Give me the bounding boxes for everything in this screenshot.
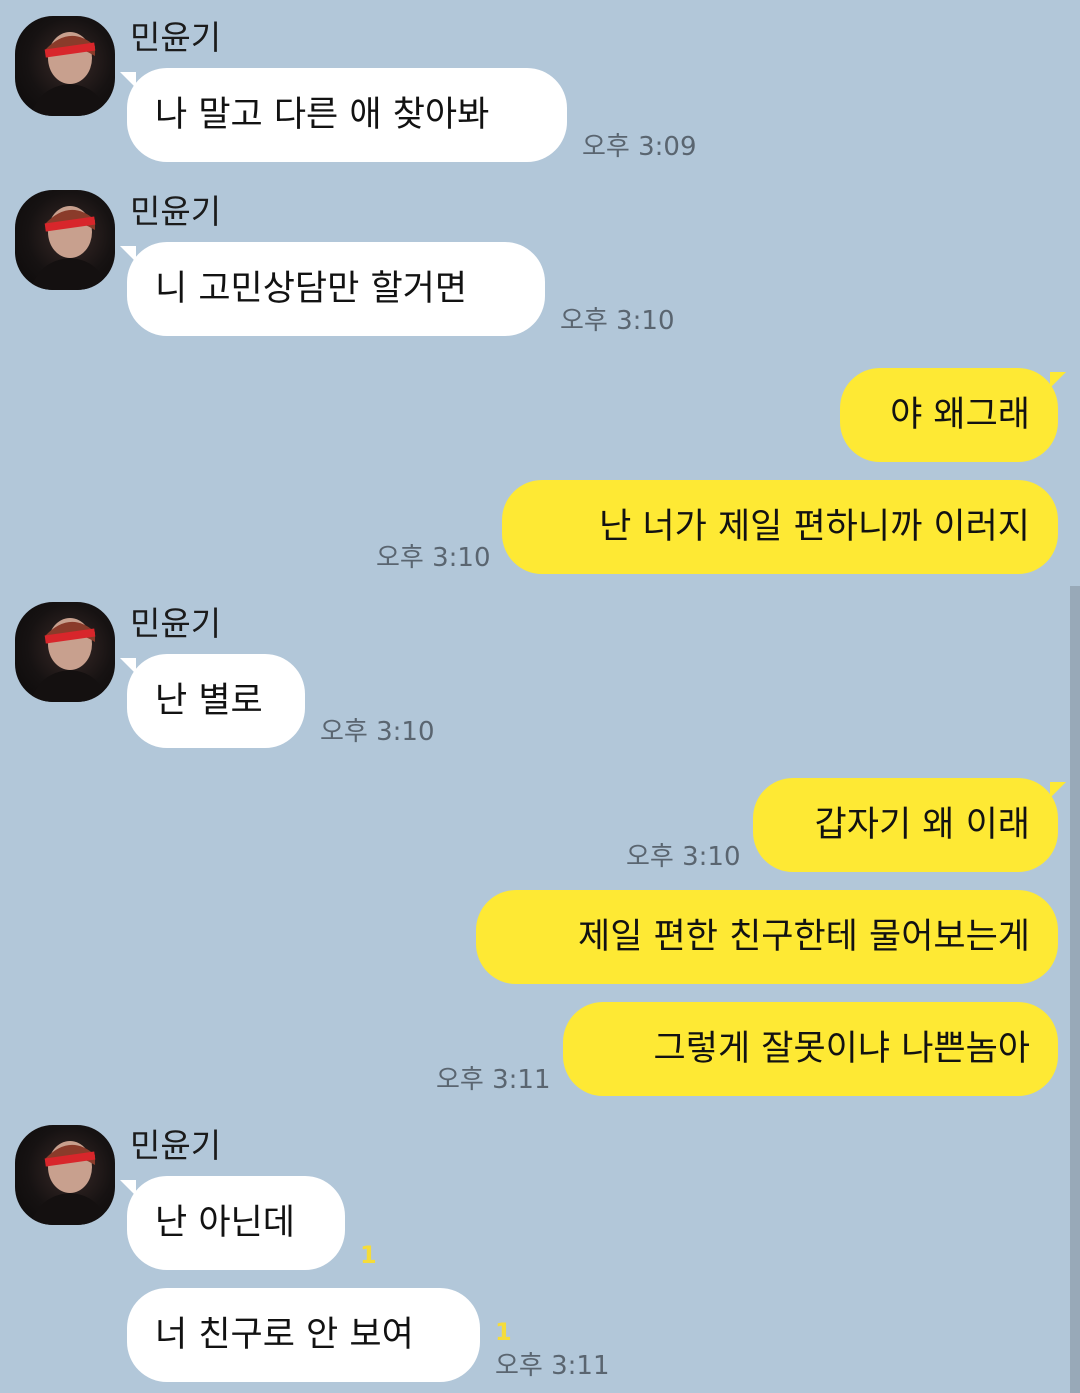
message-time: 오후 3:09 [582, 132, 697, 162]
unread-count: 1 [360, 1241, 377, 1269]
incoming-message[interactable]: 니 고민상담만 할거면 [127, 242, 545, 336]
message-time: 오후 3:10 [626, 842, 741, 872]
sender-name: 민윤기 [130, 18, 222, 57]
avatar-photo [30, 1141, 107, 1225]
sender-name: 민윤기 [130, 604, 222, 643]
bubble-tail [1050, 372, 1066, 388]
avatar[interactable] [15, 190, 115, 290]
sender-name: 민윤기 [130, 1126, 222, 1165]
incoming-message[interactable]: 나 말고 다른 애 찾아봐 [127, 68, 567, 162]
avatar[interactable] [15, 16, 115, 116]
avatar-photo [30, 206, 107, 290]
outgoing-message[interactable]: 난 너가 제일 편하니까 이러지 [502, 480, 1058, 574]
bubble-tail [1050, 782, 1066, 798]
outgoing-message[interactable]: 제일 편한 친구한테 물어보는게 [476, 890, 1058, 984]
scrollbar[interactable] [1070, 586, 1080, 1393]
outgoing-message[interactable]: 갑자기 왜 이래 [753, 778, 1058, 872]
avatar[interactable] [15, 1125, 115, 1225]
incoming-message[interactable]: 난 아닌데 [127, 1176, 345, 1270]
incoming-message[interactable]: 너 친구로 안 보여 [127, 1288, 480, 1382]
avatar-photo [30, 618, 107, 702]
message-time: 오후 3:11 [495, 1351, 610, 1381]
avatar-photo [30, 32, 107, 116]
avatar[interactable] [15, 602, 115, 702]
incoming-message[interactable]: 난 별로 [127, 654, 305, 748]
outgoing-message[interactable]: 야 왜그래 [840, 368, 1058, 462]
message-time: 오후 3:10 [560, 306, 675, 336]
sender-name: 민윤기 [130, 192, 222, 231]
message-time: 오후 3:10 [376, 543, 491, 573]
outgoing-message[interactable]: 그렇게 잘못이냐 나쁜놈아 [563, 1002, 1058, 1096]
message-time: 오후 3:10 [320, 717, 435, 747]
message-time: 오후 3:11 [436, 1065, 551, 1095]
unread-count: 1 [495, 1318, 512, 1346]
